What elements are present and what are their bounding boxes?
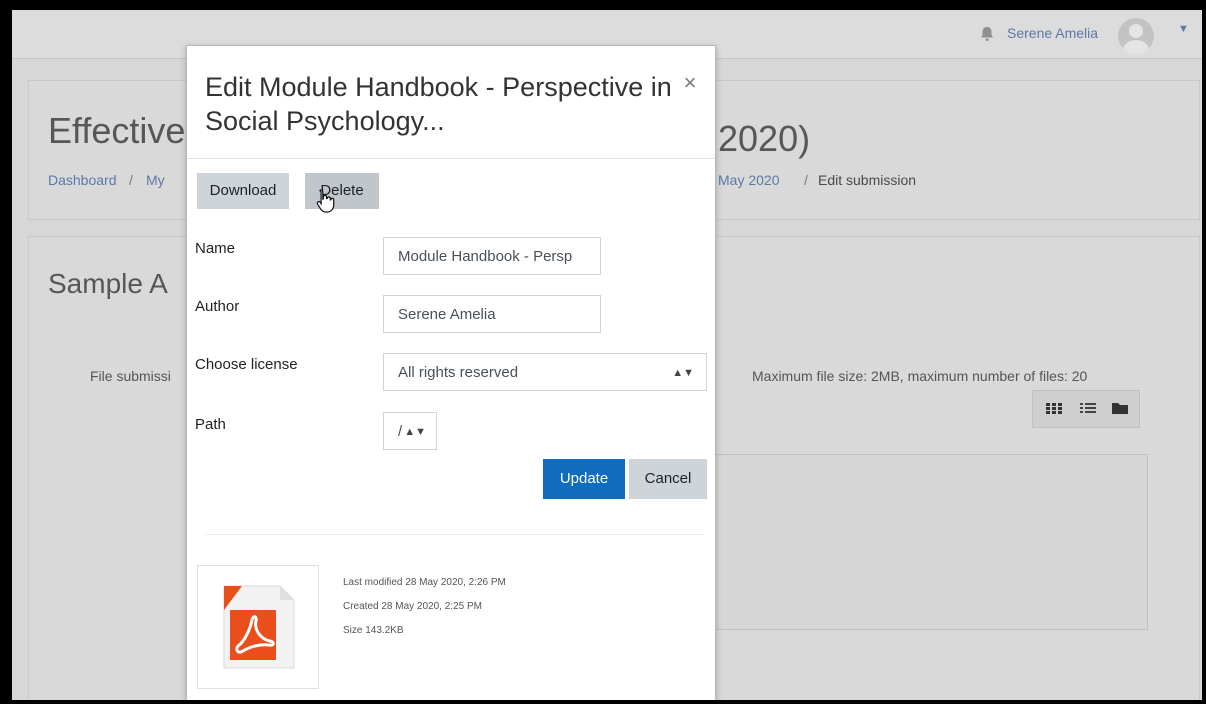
caret-down-icon[interactable]: ▼ (1178, 23, 1189, 35)
path-select-value: / (398, 423, 403, 440)
breadcrumb-dashboard[interactable]: Dashboard (48, 172, 117, 188)
author-label: Author (195, 298, 240, 315)
path-label: Path (195, 416, 226, 433)
created-text: Created 28 May 2020, 2:25 PM (343, 601, 482, 612)
breadcrumb-my[interactable]: My (146, 172, 165, 188)
list-view-icon[interactable] (1077, 397, 1099, 419)
update-button[interactable]: Update (543, 459, 625, 499)
breadcrumb-date[interactable]: May 2020 (718, 172, 779, 188)
name-label: Name (195, 240, 236, 257)
edit-file-dialog: Edit Module Handbook - Perspective in So… (186, 45, 716, 700)
hand-cursor-icon (316, 189, 335, 213)
max-file-size-text: Maximum file size: 2MB, maximum number o… (752, 368, 1088, 384)
file-submissions-label: File submissi (90, 368, 171, 384)
license-select[interactable]: All rights reserved ▲▼ (383, 353, 707, 391)
grid-view-icon[interactable] (1043, 397, 1065, 419)
select-arrows-icon: ▲▼ (672, 367, 694, 379)
size-text: Size 143.2KB (343, 625, 404, 636)
page-title: Effective (48, 110, 186, 151)
file-thumbnail (197, 565, 319, 689)
close-icon[interactable]: × (679, 72, 701, 94)
file-drop-area[interactable] (712, 454, 1148, 630)
divider (205, 534, 705, 535)
bell-icon[interactable] (980, 26, 994, 42)
select-arrows-icon: ▲▼ (404, 426, 426, 438)
download-button[interactable]: Download (197, 173, 289, 209)
user-name[interactable]: Serene Amelia (1007, 25, 1098, 41)
section-title: Sample A (48, 268, 168, 299)
path-select[interactable]: / ▲▼ (383, 412, 437, 450)
screen: Serene Amelia ▼ Effective 2020) Dashboar… (12, 10, 1202, 700)
page-title-fragment: 2020) (718, 118, 811, 159)
author-field[interactable]: Serene Amelia (383, 295, 601, 333)
breadcrumb-separator: / (129, 172, 133, 188)
divider (187, 158, 715, 159)
breadcrumb-separator: / (804, 172, 808, 188)
pdf-file-icon (223, 585, 295, 669)
dialog-title: Edit Module Handbook - Perspective in So… (205, 72, 672, 136)
last-modified-text: Last modified 28 May 2020, 2:26 PM (343, 577, 506, 588)
name-field[interactable]: Module Handbook - Persp (383, 237, 601, 275)
license-select-value: All rights reserved (398, 364, 519, 381)
breadcrumb-current: Edit submission (818, 172, 917, 188)
avatar[interactable] (1118, 18, 1154, 54)
cancel-button[interactable]: Cancel (629, 459, 707, 499)
file-view-toggle (1032, 390, 1140, 428)
folder-view-icon[interactable] (1109, 397, 1131, 419)
license-label: Choose license (195, 356, 298, 373)
